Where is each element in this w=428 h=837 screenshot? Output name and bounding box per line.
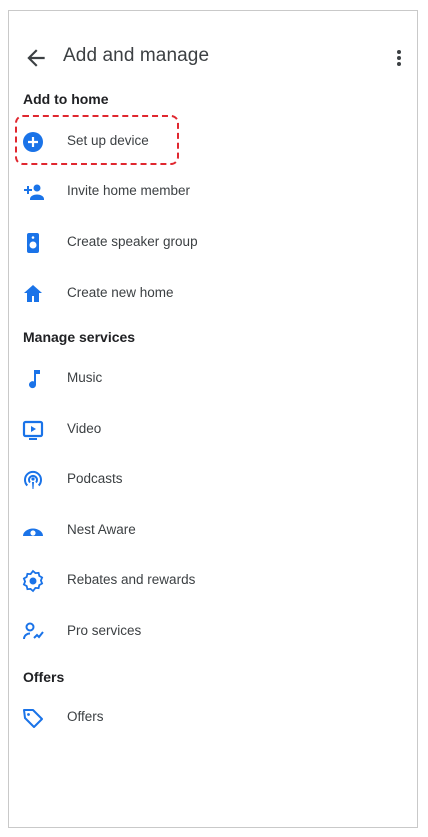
list-item-label: Create speaker group bbox=[67, 234, 198, 249]
list-item-label: Nest Aware bbox=[67, 522, 136, 537]
list-item-invite-home-member[interactable]: Invite home member bbox=[9, 168, 417, 216]
list-item-label: Offers bbox=[67, 709, 104, 724]
section-title-offers: Offers bbox=[23, 669, 65, 685]
speaker-icon bbox=[27, 233, 39, 253]
pro-services-icon bbox=[23, 622, 44, 640]
list-item-podcasts[interactable]: Podcasts bbox=[9, 456, 417, 504]
list-item-label: Set up device bbox=[67, 133, 149, 148]
section-title-manage-services: Manage services bbox=[23, 329, 136, 345]
list-item-video[interactable]: Video bbox=[9, 406, 417, 454]
arrow-back-icon[interactable] bbox=[23, 45, 49, 71]
list-item-create-new-home[interactable]: Create new home bbox=[9, 270, 417, 318]
podcasts-icon bbox=[24, 470, 42, 489]
list-item-music[interactable]: Music bbox=[9, 355, 417, 403]
screen-frame: Add and manage Add to home Set up device… bbox=[8, 10, 418, 828]
list-item-label: Rebates and rewards bbox=[67, 572, 196, 587]
list-item-label: Invite home member bbox=[67, 183, 191, 198]
list-item-pro-services[interactable]: Pro services bbox=[9, 608, 417, 656]
music-note-icon bbox=[29, 370, 40, 389]
list-item-label: Video bbox=[67, 421, 102, 436]
list-item-label: Podcasts bbox=[67, 471, 123, 486]
home-icon bbox=[24, 285, 42, 302]
list-item-nest-aware[interactable]: Nest Aware bbox=[9, 507, 417, 555]
nest-aware-icon bbox=[23, 528, 43, 536]
more-vertical-icon[interactable] bbox=[389, 45, 409, 71]
rebates-icon bbox=[22, 569, 44, 593]
section-title-add-to-home: Add to home bbox=[23, 91, 109, 107]
person-add-icon bbox=[24, 184, 44, 200]
add-circle-icon bbox=[23, 132, 43, 152]
list-item-label: Pro services bbox=[67, 623, 142, 638]
list-item-label: Music bbox=[67, 370, 103, 385]
video-icon bbox=[22, 420, 44, 440]
app-bar: Add and manage bbox=[9, 11, 417, 91]
list-item-rebates-and-rewards[interactable]: Rebates and rewards bbox=[9, 557, 417, 605]
list-item-label: Create new home bbox=[67, 285, 174, 300]
list-item-set-up-device[interactable]: Set up device bbox=[9, 118, 417, 166]
list-item-offers[interactable]: Offers bbox=[9, 694, 417, 742]
list-item-create-speaker-group[interactable]: Create speaker group bbox=[9, 219, 417, 267]
page-title: Add and manage bbox=[63, 45, 210, 66]
tag-icon bbox=[23, 709, 43, 728]
